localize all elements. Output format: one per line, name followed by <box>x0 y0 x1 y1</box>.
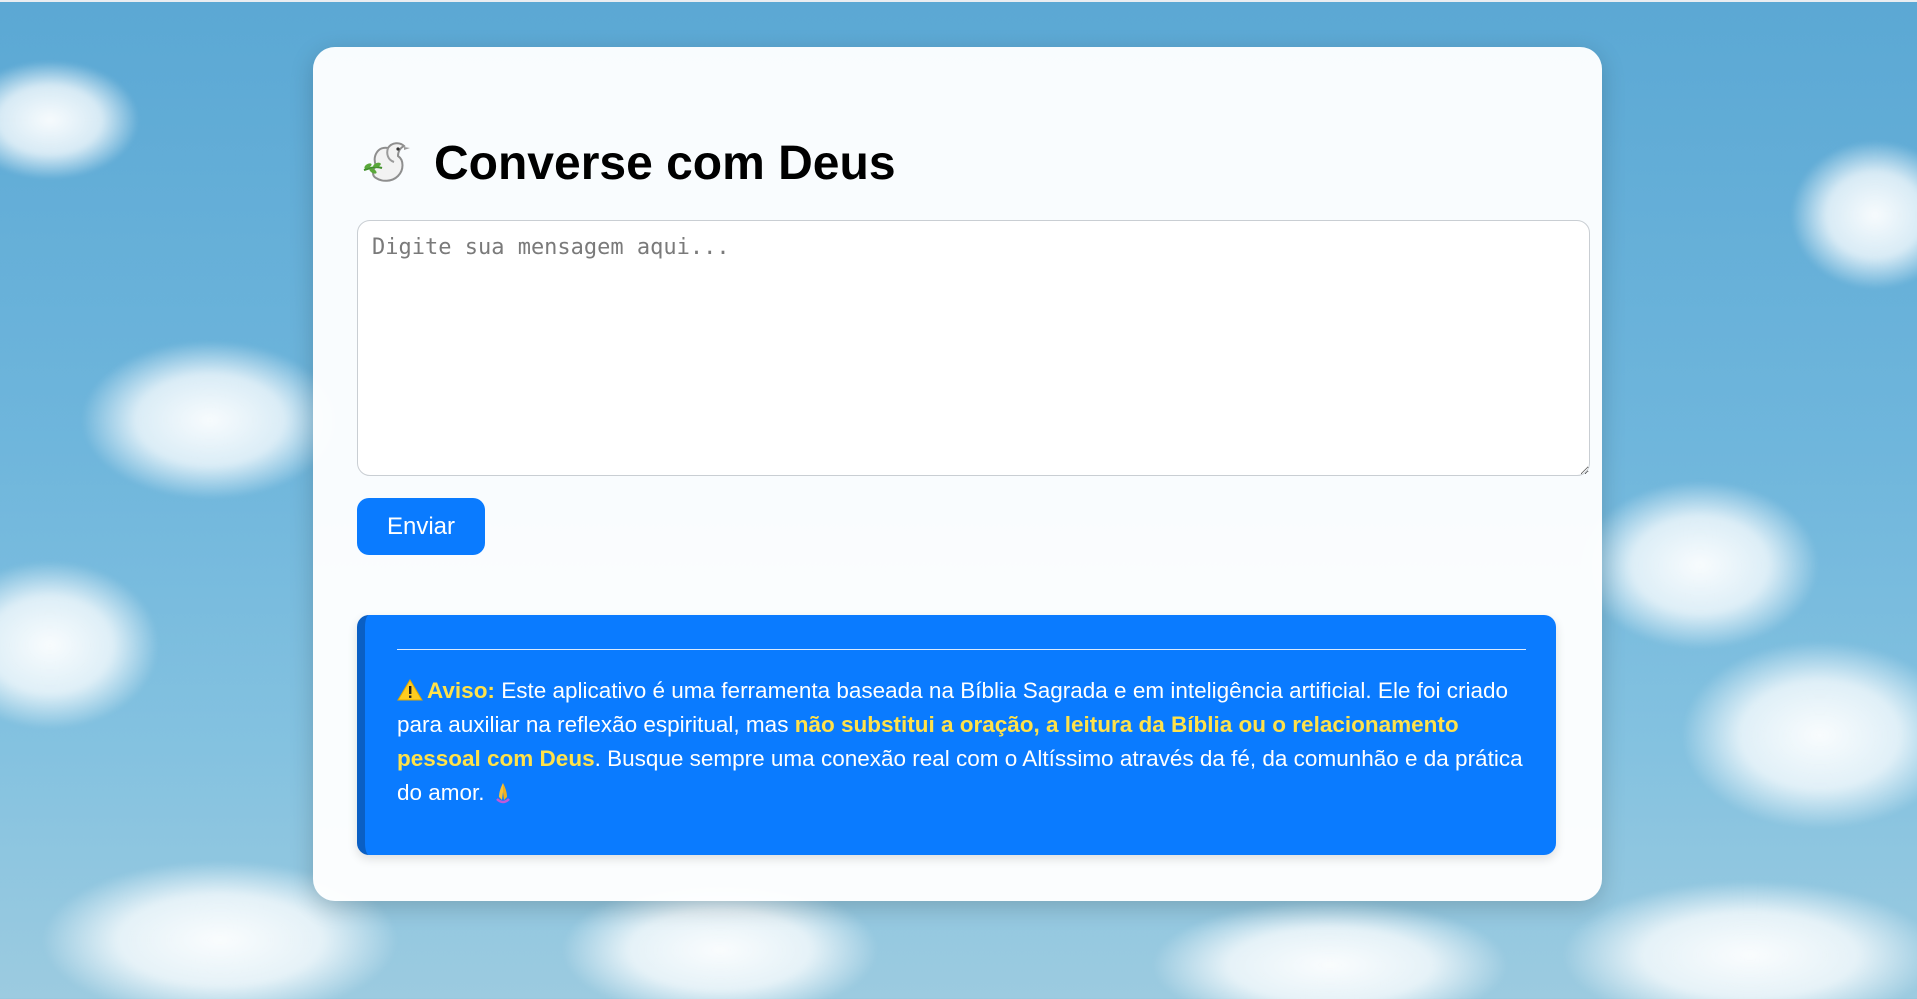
disclaimer-notice: Aviso: Este aplicativo é uma ferramenta … <box>357 615 1556 855</box>
background-cloud <box>1680 640 1917 830</box>
notice-divider <box>397 649 1526 650</box>
warning-icon <box>397 679 423 701</box>
message-input[interactable] <box>357 220 1590 476</box>
top-border <box>0 0 1917 2</box>
background-cloud <box>1150 900 1510 999</box>
background-cloud <box>1560 880 1917 999</box>
page-title: Converse com Deus <box>434 137 896 190</box>
header: Converse com Deus <box>358 129 896 199</box>
notice-label: Aviso: <box>427 678 495 703</box>
background-cloud <box>1580 480 1820 650</box>
dove-icon <box>363 142 410 182</box>
praying-hands-icon <box>495 783 510 804</box>
background-cloud <box>80 340 340 500</box>
background-cloud <box>0 60 140 180</box>
background-cloud <box>0 560 160 730</box>
background-cloud <box>1790 140 1917 290</box>
notice-text: Aviso: Este aplicativo é uma ferramenta … <box>397 674 1526 810</box>
send-button[interactable]: Enviar <box>357 498 485 555</box>
chat-card: Converse com Deus Enviar Aviso: Este apl… <box>313 47 1602 901</box>
